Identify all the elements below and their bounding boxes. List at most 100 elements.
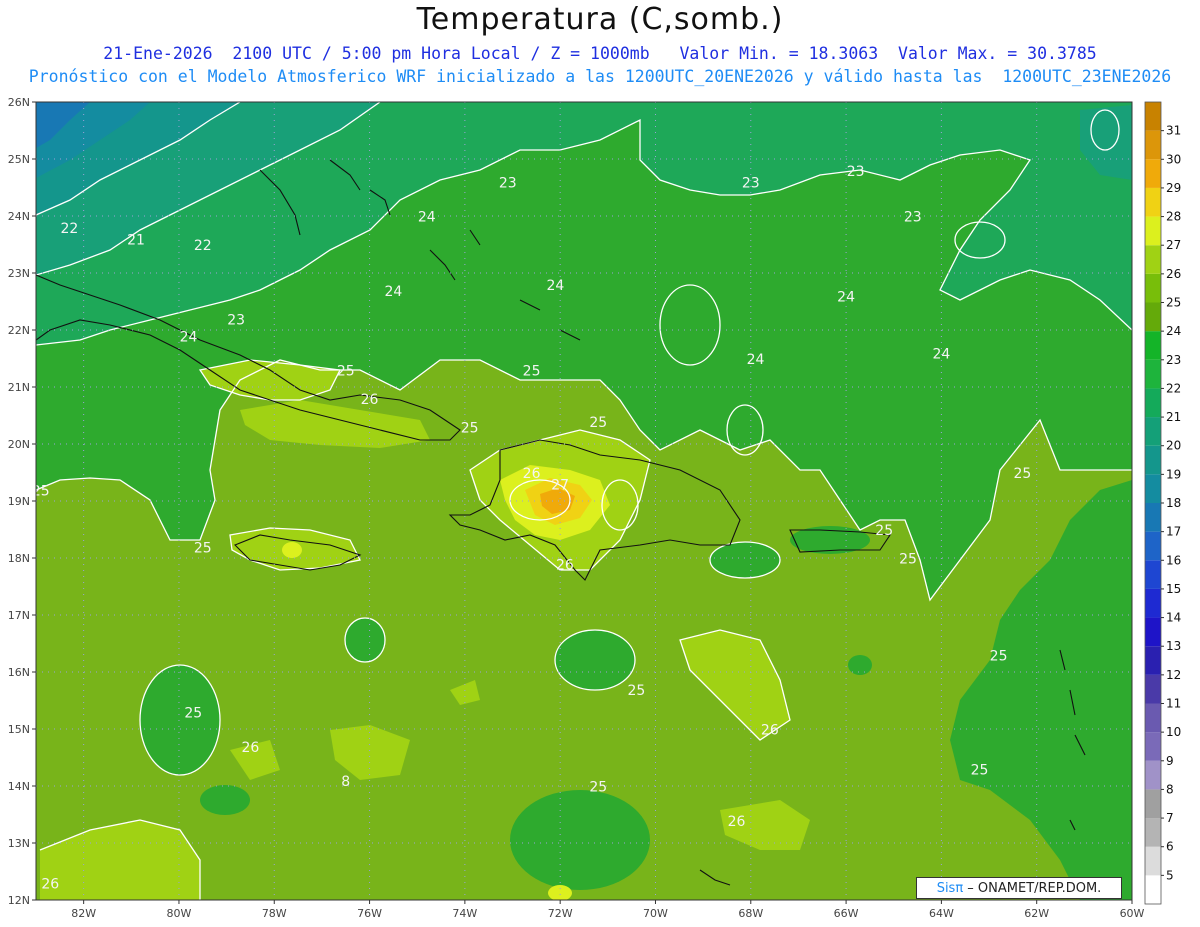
colorbar-label: 8 bbox=[1166, 782, 1174, 796]
colorbar-label: 7 bbox=[1166, 811, 1174, 825]
contour-label: 8 bbox=[341, 774, 350, 790]
longitude-axis: 82W 80W 78W 76W 74W 72W 70W 68W 66W 64W 62W 60W bbox=[71, 900, 1145, 920]
contour-label: 25 bbox=[32, 483, 50, 499]
colorbar: 5 6 7 8 9 10 11 12 13 14 15 16 17 18 19 20 21 22 23 24 25 26 2… bbox=[1144, 101, 1181, 905]
colorbar-label: 14 bbox=[1166, 611, 1181, 625]
contour-label: 25 bbox=[589, 415, 607, 431]
colorbar-label: 18 bbox=[1166, 496, 1181, 510]
lat-tick-label: 15N bbox=[8, 723, 30, 736]
colorbar-label: 21 bbox=[1166, 410, 1181, 424]
contour-label: 25 bbox=[628, 683, 646, 699]
colorbar-label: 5 bbox=[1166, 868, 1174, 882]
colorbar-swatch bbox=[1145, 846, 1161, 876]
contour-label: 23 bbox=[742, 176, 760, 192]
contour-label: 23 bbox=[847, 164, 865, 180]
credit-text: – ONAMET/REP.DOM. bbox=[963, 881, 1102, 896]
credit-brand: Sisπ bbox=[936, 881, 964, 896]
contour-label: 24 bbox=[384, 284, 402, 300]
lon-tick-label: 68W bbox=[738, 907, 763, 920]
colorbar-label: 23 bbox=[1166, 353, 1181, 367]
colorbar-label: 28 bbox=[1166, 210, 1181, 224]
contour-label: 24 bbox=[747, 352, 765, 368]
colorbar-label: 10 bbox=[1166, 725, 1181, 739]
colorbar-label: 17 bbox=[1166, 525, 1181, 539]
colorbar-swatch bbox=[1145, 760, 1161, 790]
lon-tick-label: 62W bbox=[1024, 907, 1049, 920]
colorbar-label: 19 bbox=[1166, 467, 1181, 481]
contour-label: 24 bbox=[418, 210, 436, 226]
colorbar-swatch bbox=[1145, 875, 1161, 904]
lon-tick-label: 72W bbox=[548, 907, 573, 920]
colorbar-label: 30 bbox=[1166, 152, 1181, 166]
contour-label: 25 bbox=[184, 706, 202, 722]
lat-tick-label: 22N bbox=[8, 324, 30, 337]
contour-label: 22 bbox=[60, 221, 78, 237]
colorbar-swatch bbox=[1145, 617, 1161, 647]
colorbar-swatch bbox=[1145, 445, 1161, 475]
colorbar-swatch bbox=[1145, 245, 1161, 274]
colorbar-swatch bbox=[1145, 646, 1161, 675]
latitude-axis: 26N 25N 24N 23N 22N 21N 20N 19N 18N 17N 16N 15N 14N 1… bbox=[8, 96, 36, 907]
contour-label: 25 bbox=[337, 364, 355, 380]
contour-label: 23 bbox=[227, 312, 245, 328]
contour-label: 24 bbox=[837, 290, 855, 306]
colorbar-swatch bbox=[1145, 732, 1161, 761]
colorbar-swatch bbox=[1145, 359, 1161, 389]
colorbar-swatch bbox=[1145, 818, 1161, 847]
lat-tick-label: 24N bbox=[8, 210, 30, 223]
colorbar-label: 9 bbox=[1166, 754, 1174, 768]
lat-tick-label: 13N bbox=[8, 837, 30, 850]
colorbar-label: 6 bbox=[1166, 840, 1174, 854]
lon-tick-label: 64W bbox=[929, 907, 954, 920]
colorbar-swatch bbox=[1145, 302, 1161, 332]
lat-tick-label: 14N bbox=[8, 780, 30, 793]
colorbar-swatch bbox=[1145, 560, 1161, 589]
shaded-field: 22 21 22 24 23 24 24 23 23 23 24 24 24 23 24 25 26 25 25 25… bbox=[32, 102, 1132, 900]
lat-tick-label: 23N bbox=[8, 267, 30, 280]
colorbar-label: 12 bbox=[1166, 668, 1181, 682]
colorbar-label: 15 bbox=[1166, 582, 1181, 596]
colorbar-label: 22 bbox=[1166, 381, 1181, 395]
lon-tick-label: 74W bbox=[452, 907, 477, 920]
contour-label: 26 bbox=[728, 814, 746, 830]
colorbar-swatch bbox=[1145, 102, 1161, 131]
lat-tick-label: 25N bbox=[8, 153, 30, 166]
contour-label: 26 bbox=[523, 466, 541, 482]
contour-label: 24 bbox=[932, 347, 950, 363]
colorbar-swatch bbox=[1145, 417, 1161, 446]
contour-label: 25 bbox=[990, 649, 1008, 665]
colorbar-swatch bbox=[1145, 703, 1161, 733]
colorbar-label: 11 bbox=[1166, 697, 1181, 711]
colorbar-swatch bbox=[1145, 474, 1161, 503]
colorbar-swatch bbox=[1145, 503, 1161, 532]
contour-label: 25 bbox=[971, 763, 989, 779]
contour-label: 25 bbox=[461, 421, 479, 437]
colorbar-label: 26 bbox=[1166, 267, 1181, 281]
lon-tick-label: 66W bbox=[834, 907, 859, 920]
lon-tick-label: 70W bbox=[643, 907, 668, 920]
colorbar-label: 24 bbox=[1166, 324, 1181, 338]
colorbar-swatch bbox=[1145, 216, 1161, 246]
contour-label: 24 bbox=[546, 278, 564, 294]
colorbar-swatch bbox=[1145, 588, 1161, 618]
colorbar-label: 29 bbox=[1166, 181, 1181, 195]
lon-tick-label: 82W bbox=[71, 907, 96, 920]
contour-label: 25 bbox=[1013, 466, 1031, 482]
colorbar-swatch bbox=[1145, 531, 1161, 561]
lon-tick-label: 76W bbox=[357, 907, 382, 920]
contour-label: 26 bbox=[361, 392, 379, 408]
contour-label: 23 bbox=[904, 210, 922, 226]
lat-tick-label: 12N bbox=[8, 894, 30, 907]
colorbar-swatch bbox=[1145, 187, 1161, 217]
contour-label: 25 bbox=[523, 364, 541, 380]
contour-label: 23 bbox=[499, 176, 517, 192]
temperature-map: 22 21 22 24 23 24 24 23 23 23 24 24 24 23 24 25 26 25 25 25… bbox=[8, 96, 1182, 920]
contour-label: 26 bbox=[761, 723, 779, 739]
contour-label: 26 bbox=[556, 557, 574, 573]
contour-label: 24 bbox=[180, 329, 198, 345]
lon-tick-label: 80W bbox=[167, 907, 192, 920]
contour-label: 26 bbox=[242, 740, 260, 756]
contour-label: 25 bbox=[589, 780, 607, 796]
lat-tick-label: 19N bbox=[8, 495, 30, 508]
colorbar-swatch bbox=[1145, 789, 1161, 819]
